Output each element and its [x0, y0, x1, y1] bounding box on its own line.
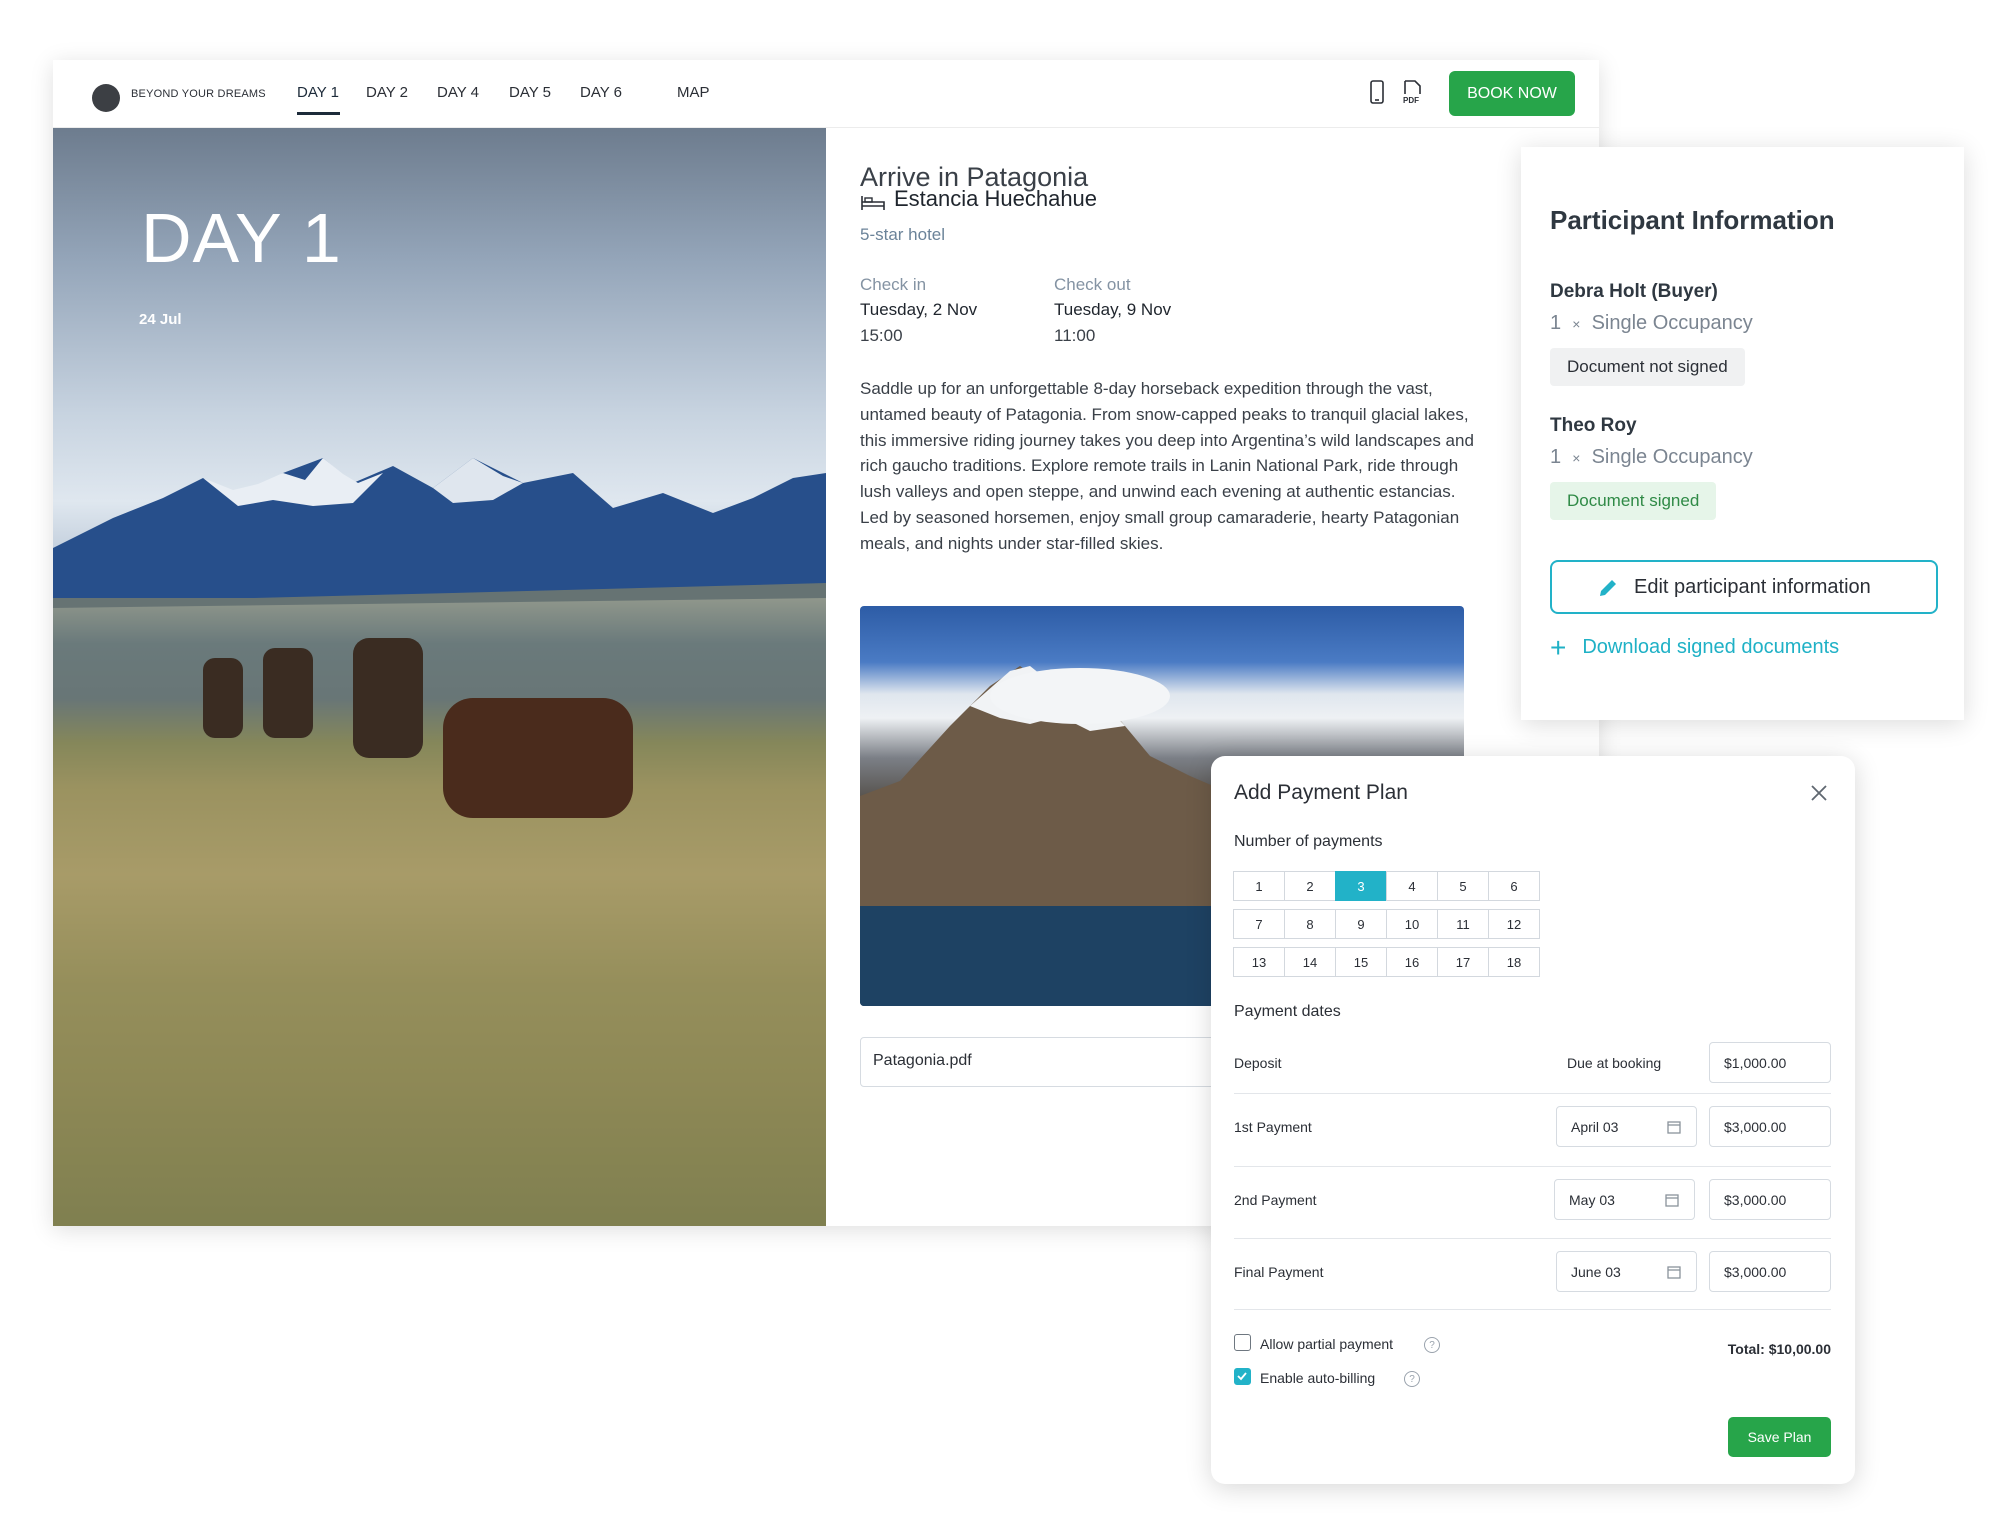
payment-count-option[interactable]: 4 [1386, 871, 1438, 901]
allow-partial-checkbox[interactable] [1234, 1334, 1251, 1351]
save-plan-button[interactable]: Save Plan [1728, 1417, 1831, 1457]
payment-count-option[interactable]: 10 [1386, 909, 1438, 939]
hotel-name: Estancia Huechahue [894, 186, 1098, 211]
payment-count-option[interactable]: 5 [1437, 871, 1489, 901]
payment-dates-label: Payment dates [1234, 1003, 1341, 1020]
check-out-label: Check out [1054, 275, 1131, 294]
divider [1234, 1238, 1831, 1239]
payment-1-label: 1st Payment [1234, 1119, 1312, 1135]
deposit-label: Deposit [1234, 1055, 1282, 1071]
participant-occupancy: 1 × Single Occupancy [1550, 312, 1753, 334]
tab-day-5[interactable]: DAY 5 [509, 84, 551, 101]
hero-date: 24 Jul [139, 311, 182, 328]
check-in-label: Check in [860, 275, 927, 294]
participant-name: Theo Roy [1550, 415, 1637, 436]
participant-title: Participant Information [1550, 205, 1835, 235]
pencil-icon [1600, 580, 1616, 596]
payment-count-option[interactable]: 14 [1284, 947, 1336, 977]
modal-title: Add Payment Plan [1234, 781, 1408, 804]
payment-count-option[interactable]: 11 [1437, 909, 1489, 939]
hero-day-title: DAY 1 [141, 199, 342, 277]
calendar-icon [1667, 1266, 1681, 1279]
brand-name: BEYOND YOUR DREAMS [131, 88, 266, 100]
payment-count-option[interactable]: 18 [1488, 947, 1540, 977]
calendar-icon [1667, 1121, 1681, 1134]
final-payment-label: Final Payment [1234, 1264, 1324, 1280]
divider [1234, 1166, 1831, 1167]
payment-1-date-input[interactable]: April 03 [1556, 1106, 1697, 1147]
hotel-rating: 5-star hotel [860, 225, 946, 244]
payment-count-grid: 1 2 3 4 5 6 7 8 9 10 11 12 13 14 15 16 17 18 [1233, 871, 1542, 977]
plus-icon: + [1550, 631, 1567, 663]
allow-partial-label: Allow partial payment [1260, 1336, 1394, 1352]
participant-card: Participant Information Debra Holt (Buye… [1521, 147, 1964, 720]
deposit-amount-input[interactable]: $1,000.00 [1709, 1042, 1831, 1083]
status-badge-not-signed: Document not signed [1550, 348, 1745, 386]
payment-count-option[interactable]: 9 [1335, 909, 1387, 939]
check-in-date: Tuesday, 2 Nov [860, 300, 978, 319]
check-out-date: Tuesday, 9 Nov [1054, 300, 1172, 319]
divider [1234, 1093, 1831, 1094]
number-of-payments-label: Number of payments [1234, 833, 1383, 850]
payment-count-option[interactable]: 3 [1335, 871, 1387, 901]
final-payment-date-input[interactable]: June 03 [1556, 1251, 1697, 1292]
payment-count-option[interactable]: 7 [1233, 909, 1285, 939]
checkmark-icon [1237, 1372, 1247, 1381]
payment-total: Total: $10,00.00 [1727, 1341, 1831, 1357]
day-description: Saddle up for an unforgettable 8-day hor… [860, 379, 1474, 553]
payment-count-option[interactable]: 8 [1284, 909, 1336, 939]
payment-1-amount-input[interactable]: $3,000.00 [1709, 1106, 1831, 1147]
phone-icon[interactable] [1365, 79, 1389, 107]
payment-2-amount-input[interactable]: $3,000.00 [1709, 1179, 1831, 1220]
tab-day-1[interactable]: DAY 1 [297, 84, 339, 101]
book-now-button[interactable]: BOOK NOW [1449, 71, 1575, 116]
final-payment-amount-input[interactable]: $3,000.00 [1709, 1251, 1831, 1292]
payment-count-option[interactable]: 2 [1284, 871, 1336, 901]
payment-count-option[interactable]: 6 [1488, 871, 1540, 901]
payment-count-option[interactable]: 1 [1233, 871, 1285, 901]
svg-text:PDF: PDF [1403, 96, 1419, 105]
mountain-landscape-illustration [53, 458, 826, 1226]
payment-count-option[interactable]: 16 [1386, 947, 1438, 977]
tab-map[interactable]: MAP [677, 84, 710, 101]
deposit-due: Due at booking [1567, 1055, 1662, 1071]
divider [1234, 1309, 1831, 1310]
top-navigation: BEYOND YOUR DREAMS DAY 1 DAY 2 DAY 4 DAY… [53, 60, 1599, 128]
edit-participant-button[interactable]: Edit participant information [1550, 560, 1938, 614]
help-icon[interactable]: ? [1404, 1371, 1420, 1387]
close-icon[interactable] [1807, 781, 1831, 805]
active-tab-indicator [297, 112, 340, 115]
tab-day-4[interactable]: DAY 4 [437, 84, 479, 101]
payment-count-option[interactable]: 17 [1437, 947, 1489, 977]
check-in-time: 15:00 [860, 326, 903, 345]
payment-2-label: 2nd Payment [1234, 1192, 1317, 1208]
payment-2-date-input[interactable]: May 03 [1554, 1179, 1695, 1220]
bed-icon [860, 193, 886, 213]
file-attachment[interactable]: Patagonia.pdf [860, 1037, 1264, 1087]
calendar-icon [1665, 1194, 1679, 1207]
status-badge-signed: Document signed [1550, 482, 1717, 520]
brand-logo[interactable] [92, 84, 120, 112]
hero-photo: DAY 1 24 Jul [53, 128, 826, 1226]
participant-occupancy: 1 × Single Occupancy [1550, 446, 1753, 468]
auto-billing-label: Enable auto-billing [1260, 1370, 1376, 1386]
download-documents-link[interactable]: + Download signed documents [1550, 631, 1839, 663]
check-out-time: 11:00 [1054, 326, 1096, 345]
pdf-icon[interactable]: PDF [1400, 79, 1424, 107]
help-icon[interactable]: ? [1424, 1337, 1440, 1353]
payment-count-option[interactable]: 15 [1335, 947, 1387, 977]
payment-plan-modal: Add Payment Plan Number of payments 1234… [1211, 756, 1855, 1484]
payment-count-option[interactable]: 13 [1233, 947, 1285, 977]
tab-day-6[interactable]: DAY 6 [580, 84, 622, 101]
payment-count-option[interactable]: 12 [1488, 909, 1540, 939]
auto-billing-checkbox[interactable] [1234, 1368, 1251, 1385]
tab-day-2[interactable]: DAY 2 [366, 84, 408, 101]
participant-name: Debra Holt (Buyer) [1550, 281, 1718, 302]
